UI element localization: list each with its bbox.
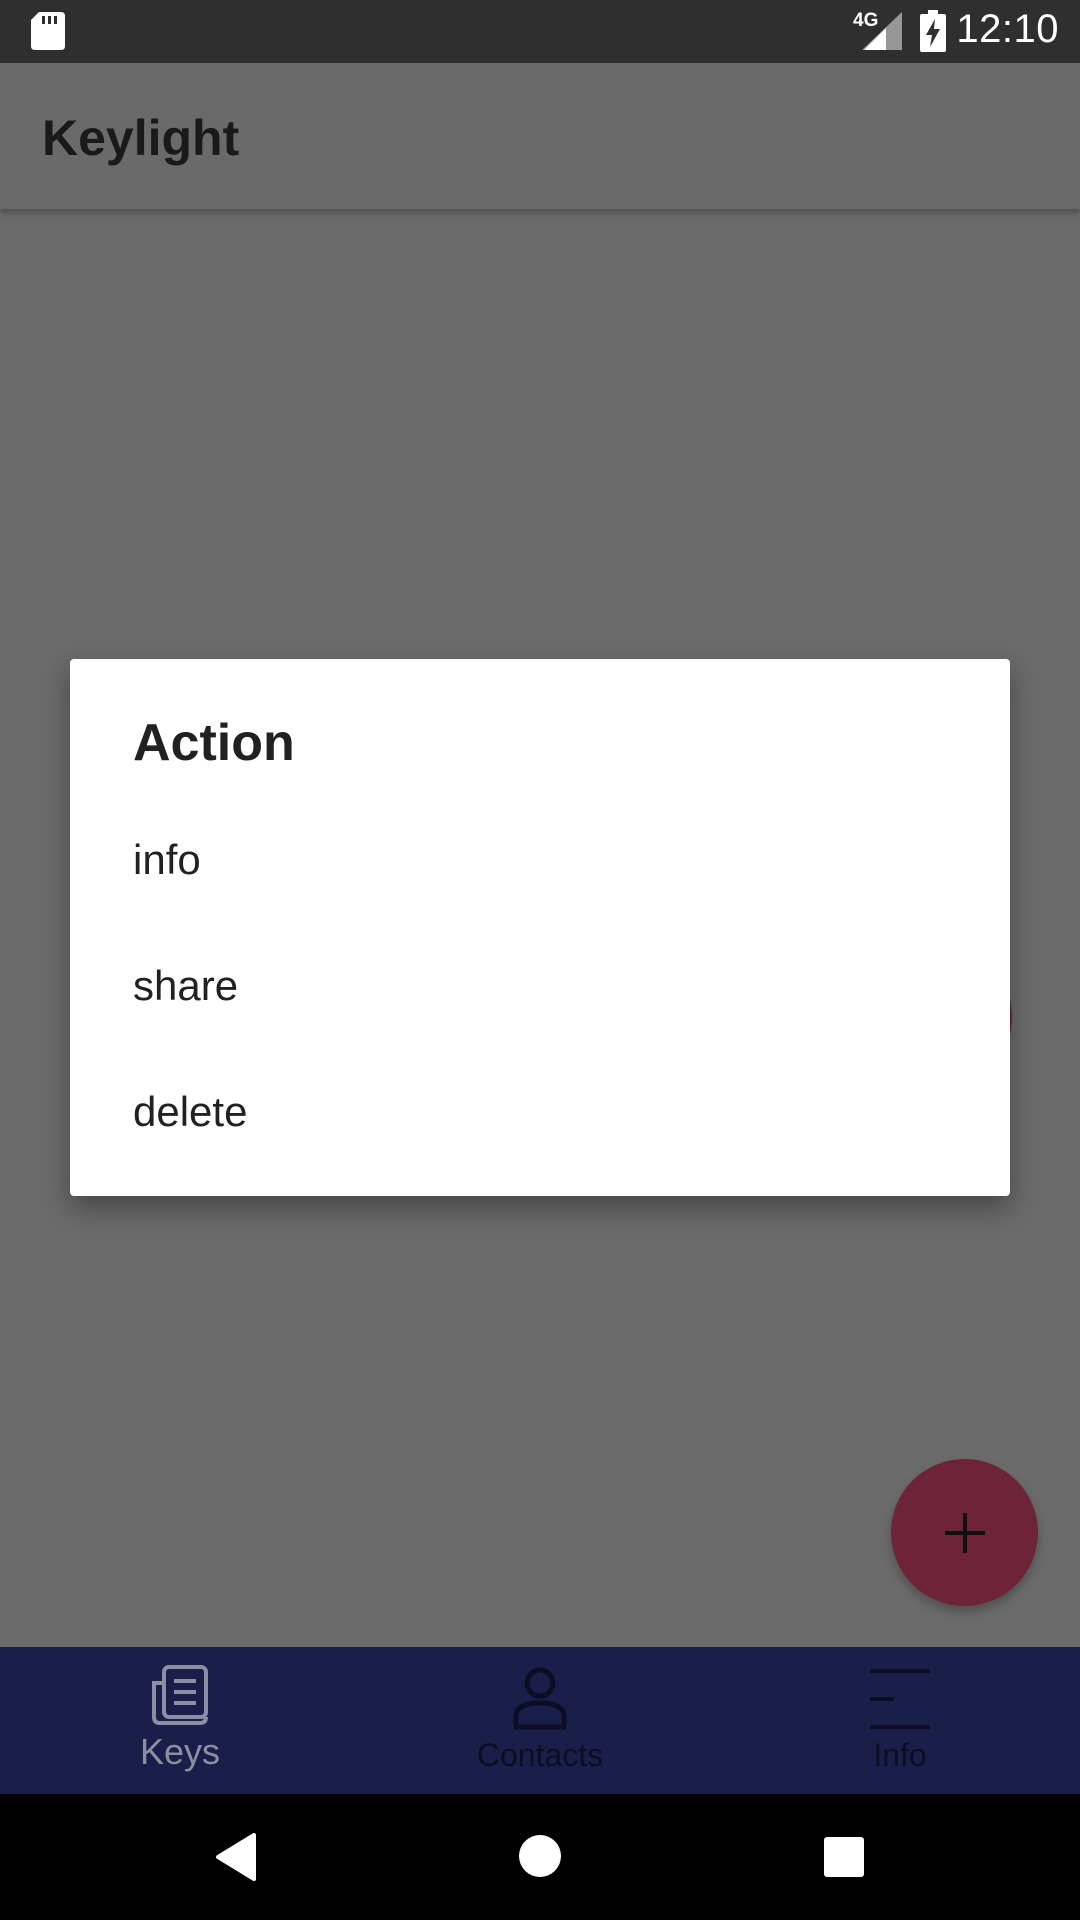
nav-item-info[interactable]: Info <box>720 1647 1080 1794</box>
clock: 12:10 <box>956 7 1059 51</box>
sd-card-icon <box>31 12 65 50</box>
plus-icon <box>944 1512 985 1553</box>
nav-item-keys[interactable]: Keys <box>0 1647 360 1794</box>
dialog-option-share[interactable]: share <box>70 922 1010 1048</box>
dialog-option-info[interactable]: info <box>70 796 1010 922</box>
dialog-option-delete[interactable]: delete <box>70 1048 1010 1174</box>
nav-label-info: Info <box>873 1737 927 1773</box>
app-bar: Keylight <box>0 63 1080 209</box>
system-navigation-bar <box>0 1794 1080 1920</box>
battery-charging-icon <box>920 10 946 52</box>
nav-label-contacts: Contacts <box>476 1737 604 1773</box>
dialog-title: Action <box>133 714 295 772</box>
back-icon[interactable] <box>214 1833 258 1881</box>
person-icon <box>513 1667 567 1730</box>
app-title: Keylight <box>42 110 240 166</box>
keys-icon <box>152 1665 208 1725</box>
dialog-option-label: share <box>133 962 239 1009</box>
bottom-navigation: Keys Contacts Info <box>0 1647 1080 1794</box>
signal-icon <box>862 12 902 50</box>
menu-lines-icon <box>870 1669 930 1729</box>
nav-item-contacts[interactable]: Contacts <box>360 1647 720 1794</box>
dialog-option-label: delete <box>133 1088 248 1135</box>
home-icon[interactable] <box>518 1834 562 1878</box>
action-dialog: Action info share delete <box>70 659 1010 1196</box>
nav-label-keys: Keys <box>139 1731 221 1772</box>
recents-icon[interactable] <box>823 1836 865 1878</box>
status-bar: 4G 12:10 <box>0 0 1080 63</box>
dialog-option-label: info <box>133 836 201 883</box>
add-fab-button[interactable] <box>891 1459 1038 1606</box>
